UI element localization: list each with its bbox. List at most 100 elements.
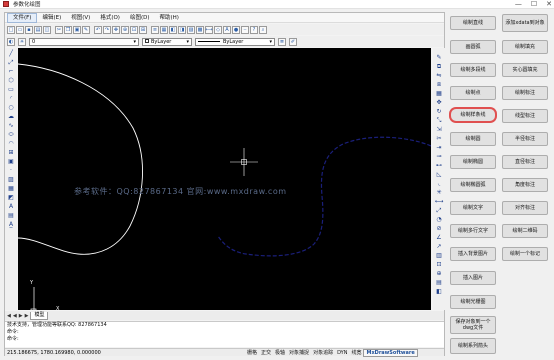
hatch-icon[interactable]: ▨ <box>7 176 16 184</box>
hatch-icon[interactable]: ▩ <box>196 25 204 34</box>
paste-icon[interactable]: ▣ <box>73 25 81 34</box>
polyline-icon[interactable]: ⌐ <box>7 68 16 76</box>
point-icon[interactable]: · <box>7 167 16 175</box>
revcloud-icon[interactable]: ☁ <box>7 113 16 121</box>
draw-circle-button[interactable]: 绘制圆 <box>450 132 496 146</box>
scale-icon[interactable]: ⤡ <box>435 117 444 125</box>
tolerance-icon[interactable]: ⊡ <box>435 261 444 269</box>
chamfer-icon[interactable]: ◺ <box>435 171 444 179</box>
color-dropdown[interactable]: ByLayer ▾ <box>142 37 192 46</box>
zoom-extents-icon[interactable]: ⊞ <box>139 25 147 34</box>
draw-qrcode-button[interactable]: 绘制二维码 <box>502 224 548 238</box>
copy-icon[interactable]: ❐ <box>64 25 72 34</box>
draw-point-button[interactable]: 绘制点 <box>450 86 496 100</box>
solid-circle-fill-button[interactable]: 实心圆填充 <box>502 63 548 77</box>
help-icon[interactable]: ? <box>250 25 258 34</box>
spline-icon[interactable]: ∿ <box>7 122 16 130</box>
layer-freeze-icon[interactable]: ☀ <box>18 37 26 46</box>
draw-line-button[interactable]: 绘制直线 <box>450 16 496 30</box>
undo-icon[interactable]: ↶ <box>94 25 102 34</box>
draw-polyline-button[interactable]: 绘制多段线 <box>450 63 496 77</box>
image-icon[interactable]: ▨ <box>187 25 195 34</box>
redo-icon[interactable]: ↷ <box>103 25 111 34</box>
leader-icon[interactable]: ↗ <box>435 243 444 251</box>
drawing-canvas[interactable]: 参考软件：QQ:827867134 官网:www.mxdraw.com Y X <box>18 48 431 310</box>
menu-format[interactable]: 格式(O) <box>95 13 125 23</box>
preview-icon[interactable]: ◫ <box>43 25 51 34</box>
status-ortho[interactable]: 正交 <box>259 349 273 356</box>
break-icon[interactable]: ⊸ <box>435 153 444 161</box>
tab-first-arrow[interactable]: ◀ <box>7 313 11 319</box>
linetype-dropdown[interactable]: ByLayer ▾ <box>195 37 275 46</box>
status-lineweight[interactable]: 线宽 <box>349 349 363 356</box>
insert-background-image-button[interactable]: 插入背景图片 <box>450 247 496 261</box>
tab-next-arrow[interactable]: ▶ <box>19 313 23 319</box>
draw-mtext-button[interactable]: 绘制多行文字 <box>450 224 496 238</box>
dim-style-icon[interactable]: ▥ <box>435 252 444 260</box>
draw-spline-button[interactable]: 绘制样条线 <box>450 108 496 122</box>
dim-aligned-icon[interactable]: ⤢ <box>435 207 444 215</box>
table-icon[interactable]: ▤ <box>7 212 16 220</box>
search-icon[interactable]: ⌕ <box>259 25 267 34</box>
maximize-button[interactable]: ☐ <box>531 0 537 9</box>
block-icon[interactable]: ◧ <box>169 25 177 34</box>
region-icon[interactable]: ◩ <box>7 194 16 202</box>
move-icon[interactable]: ✥ <box>435 99 444 107</box>
draw-hatch-button[interactable]: 绘制填充 <box>502 40 548 54</box>
extend-icon[interactable]: ⇥ <box>435 144 444 152</box>
radius-dimension-button[interactable]: 半径标注 <box>502 132 548 146</box>
menu-file[interactable]: 文件(F) <box>7 12 38 23</box>
pan-icon[interactable]: ✥ <box>112 25 120 34</box>
erase-icon[interactable]: ✎ <box>435 54 444 62</box>
tab-last-arrow[interactable]: ▶ <box>25 313 29 319</box>
brand-badge[interactable]: MxDrawSoftware <box>363 348 418 357</box>
array-icon[interactable]: ▦ <box>435 90 444 98</box>
copy-object-icon[interactable]: ⧉ <box>435 63 444 71</box>
linear-dimension-button[interactable]: 线型标注 <box>502 109 548 123</box>
line-icon[interactable]: ╱ <box>7 50 16 58</box>
close-button[interactable]: ✕ <box>546 0 552 9</box>
diameter-dimension-button[interactable]: 直径标注 <box>502 155 548 169</box>
draw-text-button[interactable]: 绘制文字 <box>450 201 496 215</box>
center-mark-icon[interactable]: ⊕ <box>435 270 444 278</box>
angle-dimension-button[interactable]: 角度标注 <box>502 178 548 192</box>
status-polar[interactable]: 极轴 <box>273 349 287 356</box>
open-file-icon[interactable]: ▭ <box>16 25 24 34</box>
add-xdata-button[interactable]: 添加xdata到对象 <box>502 14 548 32</box>
brush-icon[interactable]: ✐ <box>289 37 297 46</box>
menu-view[interactable]: 视图(V) <box>66 13 95 23</box>
layer-props-icon[interactable]: ◧ <box>435 288 444 296</box>
fillet-icon[interactable]: ◟ <box>435 180 444 188</box>
draw-ellipse-arc-button[interactable]: 绘制椭圆弧 <box>450 178 496 192</box>
mirror-icon[interactable]: ⇋ <box>435 72 444 80</box>
xline-icon[interactable]: ⤢ <box>7 59 16 67</box>
zoom-realtime-icon[interactable]: ⊕ <box>121 25 129 34</box>
draw-arc-button[interactable]: 画圆弧 <box>450 40 496 54</box>
measure-icon[interactable]: ⟷ <box>205 25 213 34</box>
text-style-icon[interactable]: A <box>223 25 231 34</box>
menu-edit[interactable]: 编辑(E) <box>37 13 66 23</box>
linetype-icon[interactable]: ┄ <box>241 25 249 34</box>
gradient-icon[interactable]: ▦ <box>7 185 16 193</box>
properties-icon[interactable]: ▦ <box>160 25 168 34</box>
cut-icon[interactable]: ✂ <box>55 25 63 34</box>
tab-model[interactable]: 模型 <box>30 311 49 320</box>
draw-raster-button[interactable]: 绘制光栅图 <box>450 295 496 309</box>
ellipse-arc-icon[interactable]: ◠ <box>7 140 16 148</box>
status-osnap[interactable]: 对象捕捉 <box>287 349 311 356</box>
dim-edit-icon[interactable]: ▤ <box>435 279 444 287</box>
layer-on-icon[interactable]: ◐ <box>7 37 15 46</box>
match-properties-icon[interactable]: ✎ <box>82 25 90 34</box>
save-to-dwg-button[interactable]: 保存对象到一个dwg文件 <box>450 316 496 334</box>
zoom-window-icon[interactable]: ⊡ <box>130 25 138 34</box>
area-icon[interactable]: ◇ <box>214 25 222 34</box>
arc-icon[interactable]: ◜ <box>7 95 16 103</box>
draw-marker-button[interactable]: 绘制一个标记 <box>502 247 548 261</box>
circle-icon[interactable]: ○ <box>7 104 16 112</box>
lineweight-icon[interactable]: ≣ <box>278 37 286 46</box>
draw-dimension-button[interactable]: 绘制标注 <box>502 86 548 100</box>
ellipse-icon[interactable]: ⬭ <box>7 131 16 139</box>
dim-angle-icon[interactable]: ∠ <box>435 234 444 242</box>
insert-block-icon[interactable]: ⊞ <box>7 149 16 157</box>
explode-icon[interactable]: ✳ <box>435 189 444 197</box>
